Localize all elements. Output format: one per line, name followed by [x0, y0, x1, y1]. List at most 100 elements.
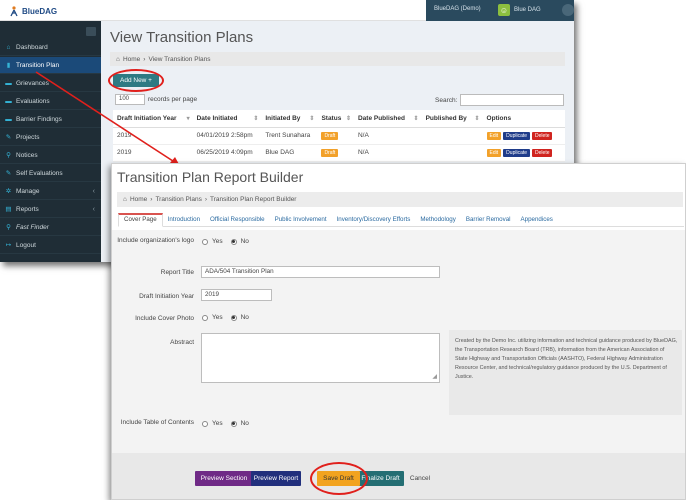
sidebar-item-self-evaluations[interactable]: ✎ Self Evaluations — [0, 165, 101, 182]
sidebar-item-grievances[interactable]: ▬ Grievances — [0, 75, 101, 92]
column-header[interactable]: Date Initiated ⇕ — [192, 110, 262, 128]
user-name: Blue DAG — [514, 7, 541, 13]
logo[interactable]: BlueDAG — [8, 5, 57, 17]
report-builder-window: Transition Plan Report Builder ⌂ Home › … — [111, 163, 686, 500]
page-size-label: records per page — [148, 96, 198, 103]
list-icon: ▬ — [5, 97, 12, 105]
include-logo-yes-radio[interactable] — [202, 238, 208, 245]
column-header[interactable]: Status ⇕ — [317, 110, 354, 128]
edit-button[interactable]: Edit — [486, 131, 502, 140]
search-icon: ⚲ — [6, 224, 11, 231]
sidebar-item-notices[interactable]: ⚲ Notices — [0, 147, 101, 164]
tab-appendices[interactable]: Appendices — [516, 212, 558, 226]
sidebar-item-label: Reports — [16, 205, 39, 213]
page-size-select[interactable]: 100 — [115, 94, 145, 105]
sidebar-item-evaluations[interactable]: ▬ Evaluations — [0, 93, 101, 110]
edit-icon: ✎ — [5, 170, 12, 177]
pin-icon: ⚲ — [6, 152, 11, 159]
radio-label-yes: Yes — [212, 314, 223, 321]
include-logo-label: Include organization's logo — [117, 237, 194, 244]
menu-toggle-icon[interactable] — [86, 27, 96, 36]
cover-photo-yes-radio[interactable] — [202, 314, 208, 321]
cover-photo-no-radio[interactable] — [230, 314, 237, 321]
chart-icon: ▤ — [5, 206, 12, 213]
delete-button[interactable]: Delete — [532, 148, 553, 157]
sidebar-item-dashboard[interactable]: ⌂ Dashboard — [0, 39, 101, 56]
logo-icon — [10, 6, 18, 17]
wrench-icon: ✎ — [5, 134, 12, 141]
search-input[interactable] — [460, 94, 565, 106]
radio-label-no: No — [240, 238, 249, 245]
column-header[interactable]: Draft Initiation Year ▾ — [113, 110, 193, 128]
edit-button[interactable]: Edit — [486, 148, 502, 157]
builder-tabs: Cover Page Introduction Official Responsib… — [118, 213, 684, 227]
toc-label: Include Table of Contents — [120, 419, 194, 426]
status-badge: Draft — [321, 148, 339, 157]
toc-radio-group: Yes No — [202, 420, 249, 427]
breadcrumb-transition-plans[interactable]: Transition Plans — [155, 196, 201, 203]
duplicate-button[interactable]: Duplicate — [503, 148, 531, 157]
highlight-circle — [108, 69, 164, 92]
sidebar-item-projects[interactable]: ✎ Projects — [0, 129, 101, 146]
draft-year-input[interactable]: 2019 — [201, 289, 272, 301]
tab-inventory-discovery-efforts[interactable]: Inventory/Discovery Efforts — [332, 212, 416, 226]
home-icon: ⌂ — [123, 196, 127, 203]
sort-icon: ⇕ — [253, 115, 259, 122]
duplicate-button[interactable]: Duplicate — [503, 131, 531, 140]
sidebar-item-barrier-findings[interactable]: ▬ Barrier Findings — [0, 111, 101, 128]
sort-icon: ⇕ — [309, 115, 315, 122]
sidebar-item-manage[interactable]: ✲ Manage ‹ — [0, 183, 101, 200]
tab-official-responsible[interactable]: Official Responsible — [205, 212, 270, 226]
table-cell: N/A — [353, 127, 422, 145]
builder-breadcrumb: ⌂ Home › Transition Plans › Transition P… — [117, 192, 683, 207]
breadcrumb-home[interactable]: Home — [130, 196, 147, 203]
user-menu[interactable]: ☺ Blue DAG — [498, 4, 541, 16]
preview-report-button[interactable]: Preview Report — [251, 471, 301, 486]
breadcrumb-home[interactable]: Home — [123, 56, 140, 63]
org-name[interactable]: BlueDAG (Demo) — [434, 6, 481, 12]
cancel-button[interactable]: Cancel — [406, 471, 434, 486]
table-cell: 2019 — [113, 127, 193, 145]
settings-icon[interactable] — [562, 4, 574, 16]
sidebar-item-logout[interactable]: ↦ Logout — [0, 237, 101, 254]
column-header[interactable]: Published By ⇕ — [421, 110, 483, 128]
tab-cover-page[interactable]: Cover Page — [118, 213, 163, 227]
tab-public-involvement[interactable]: Public Involvement — [270, 212, 332, 226]
top-bar: BlueDAG BlueDAG (Demo) ☺ Blue DAG — [0, 0, 574, 21]
sidebar: ⌂ Dashboard ▮ Transition Plan ▬ Grievances ▬ Ev… — [0, 21, 101, 262]
cover-photo-radio-group: Yes No — [202, 314, 249, 321]
include-logo-no-radio[interactable] — [230, 238, 237, 245]
logo-text: BlueDAG — [22, 6, 58, 16]
tab-introduction[interactable]: Introduction — [163, 212, 205, 226]
report-title-input[interactable]: ADA/504 Transition Plan — [201, 266, 440, 278]
sidebar-item-transition-plan[interactable]: ▮ Transition Plan — [0, 57, 101, 74]
options-cell: Edit Duplicate Delete — [482, 127, 565, 145]
document-icon: ▮ — [6, 62, 11, 69]
table-cell: Blue DAG — [261, 144, 318, 162]
sidebar-item-label: Logout — [16, 241, 36, 249]
abstract-textarea[interactable]: ◢ — [201, 333, 440, 383]
column-header[interactable]: Date Published ⇕ — [353, 110, 422, 128]
transition-plans-table: Draft Initiation Year ▾ Date Initiated ⇕ I… — [113, 110, 565, 162]
dashboard-icon: ⌂ — [6, 43, 11, 51]
cover-page-form: Include organization's logo Yes No Repor… — [112, 230, 685, 453]
resize-handle-icon[interactable]: ◢ — [432, 374, 437, 380]
sidebar-item-reports[interactable]: ▤ Reports ‹ — [0, 201, 101, 218]
sidebar-item-fast-finder[interactable]: ⚲ Fast Finder — [0, 219, 101, 236]
sidebar-item-label: Fast Finder — [16, 223, 49, 231]
preview-section-button[interactable]: Preview Section — [195, 471, 253, 486]
logout-icon: ↦ — [5, 242, 12, 249]
toc-yes-radio[interactable] — [202, 420, 208, 427]
breadcrumb-separator: › — [143, 55, 146, 63]
table-header-row: Draft Initiation Year ▾ Date Initiated ⇕ I… — [113, 110, 565, 128]
tab-barrier-removal[interactable]: Barrier Removal — [461, 212, 516, 226]
breadcrumb-current: Transition Plan Report Builder — [210, 196, 297, 203]
column-header[interactable]: Initiated By ⇕ — [261, 110, 318, 128]
highlight-circle — [310, 462, 368, 495]
include-logo-radio-group: Yes No — [202, 238, 249, 245]
toc-no-radio[interactable] — [230, 420, 237, 427]
breadcrumb-separator: › — [150, 196, 153, 203]
delete-button[interactable]: Delete — [532, 131, 553, 140]
user-avatar-icon: ☺ — [498, 4, 510, 16]
tab-methodology[interactable]: Methodology — [415, 212, 460, 226]
